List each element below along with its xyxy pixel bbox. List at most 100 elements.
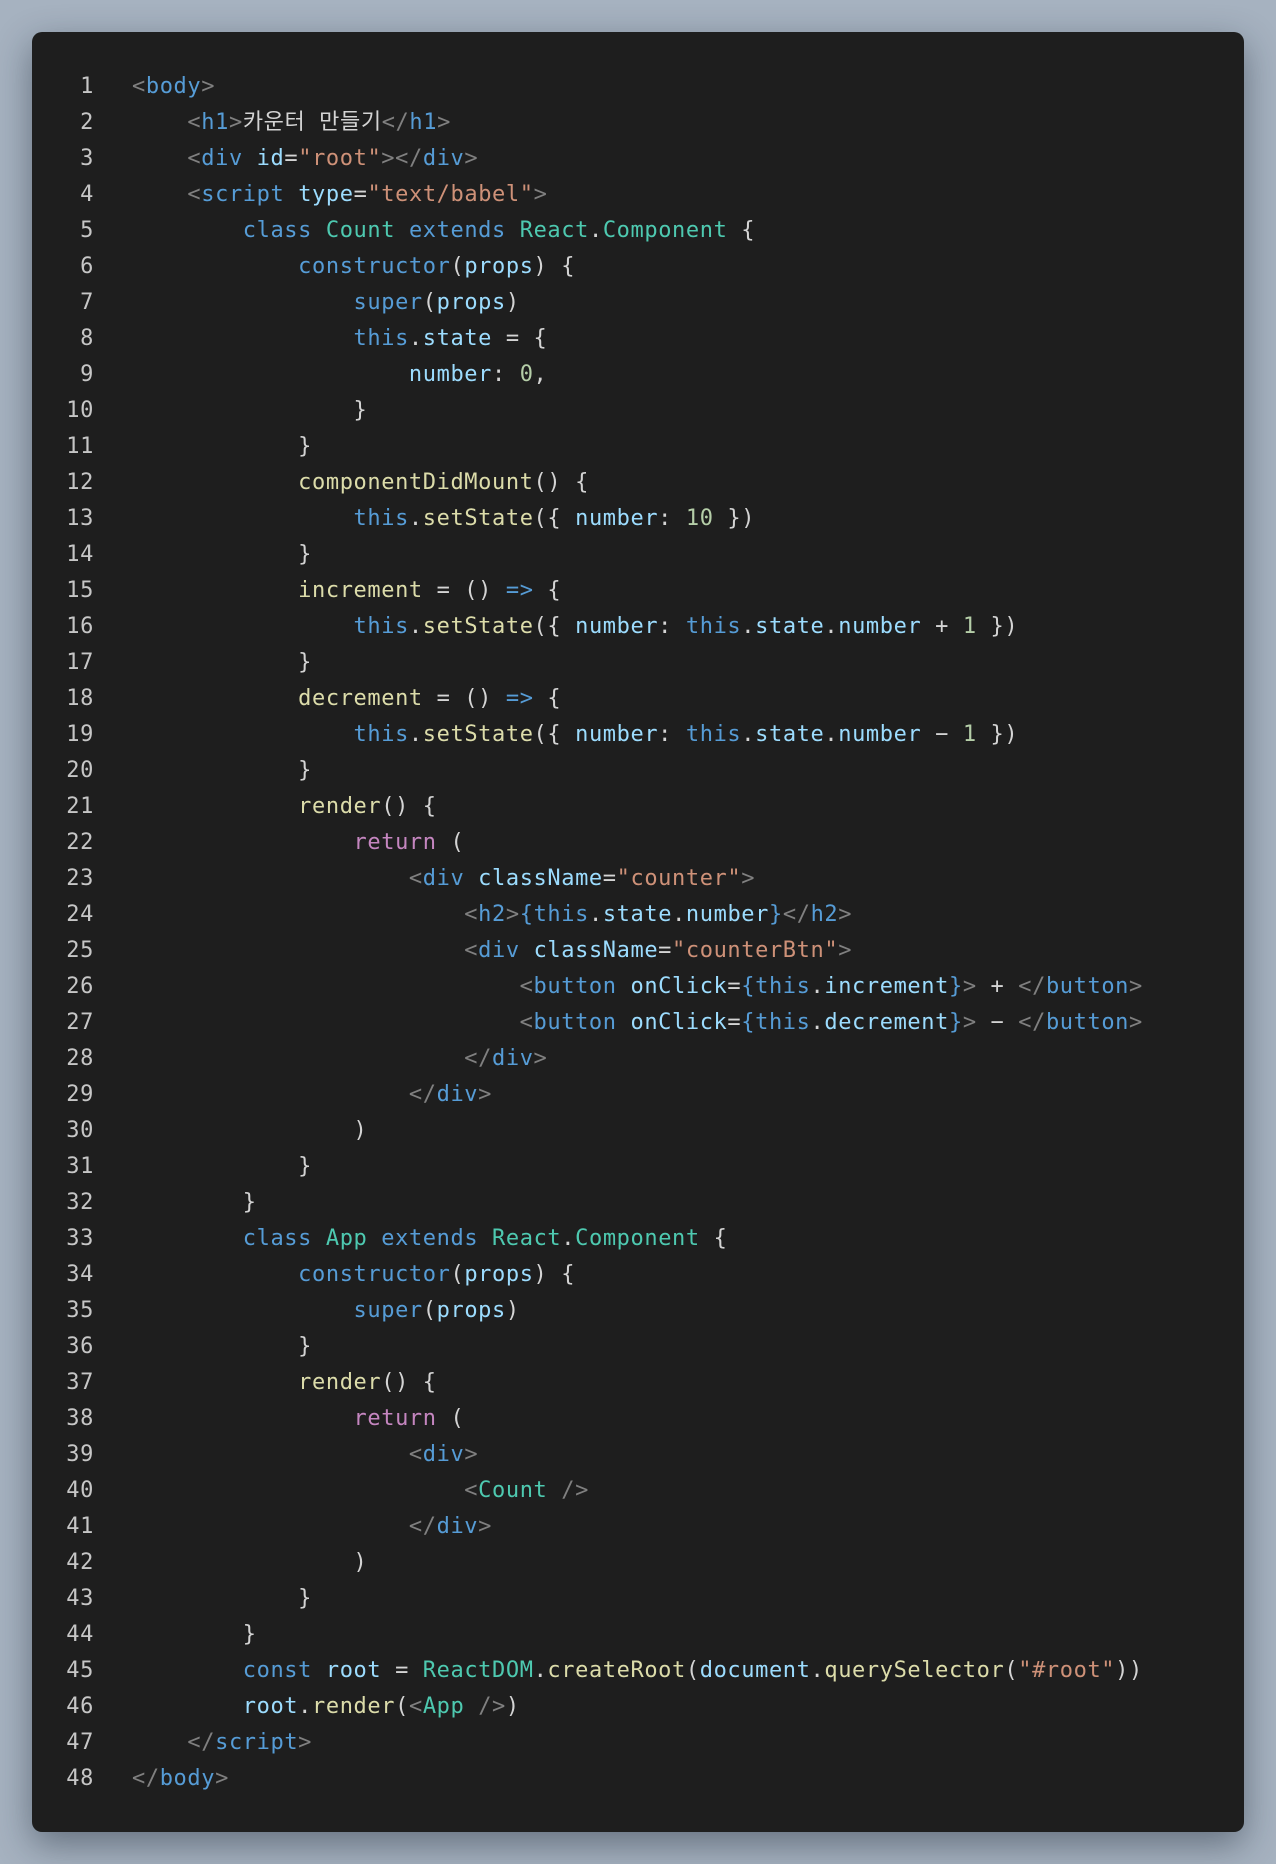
code-text: } — [132, 1617, 257, 1653]
code-text: } — [132, 1329, 312, 1365]
code-line[interactable]: 47 </script> — [32, 1725, 1244, 1761]
code-line[interactable]: 43 } — [32, 1581, 1244, 1617]
line-number: 6 — [80, 254, 94, 279]
code-text: } — [132, 429, 312, 465]
code-line[interactable]: 13 this.setState({ number: 10 }) — [32, 501, 1244, 537]
code-token: render — [312, 1694, 396, 1719]
code-line[interactable]: 12 componentDidMount() { — [32, 465, 1244, 501]
code-line[interactable]: 30 ) — [32, 1113, 1244, 1149]
line-number: 9 — [80, 362, 94, 387]
code-line[interactable]: 42 ) — [32, 1545, 1244, 1581]
code-token: } — [769, 902, 783, 927]
code-text: } — [132, 393, 367, 429]
code-line[interactable]: 23 <div className="counter"> — [32, 861, 1244, 897]
code-token: decrement — [298, 686, 423, 711]
code-token: root — [242, 1694, 299, 1719]
line-number: 41 — [66, 1514, 94, 1539]
code-token: </ — [381, 110, 410, 135]
code-line[interactable]: 27 <button onClick={this.decrement}> − <… — [32, 1005, 1244, 1041]
code-line[interactable]: 8 this.state = { — [32, 321, 1244, 357]
code-line[interactable]: 36 } — [32, 1329, 1244, 1365]
line-number: 32 — [66, 1190, 94, 1215]
code-token: ({ — [533, 506, 576, 531]
code-token: this — [353, 506, 409, 531]
code-line[interactable]: 3 <div id="root"></div> — [32, 141, 1244, 177]
code-text: } — [132, 1581, 312, 1617]
line-number: 10 — [66, 398, 94, 423]
code-line[interactable]: 46 root.render(<App />) — [32, 1689, 1244, 1725]
code-line[interactable]: 24 <h2>{this.state.number}</h2> — [32, 897, 1244, 933]
code-text: <div className="counterBtn"> — [132, 933, 852, 969]
code-line[interactable]: 17 } — [32, 645, 1244, 681]
code-line[interactable]: 31 } — [32, 1149, 1244, 1185]
code-text: </div> — [132, 1077, 492, 1113]
code-line[interactable]: 5 class Count extends React.Component { — [32, 213, 1244, 249]
line-number: 34 — [66, 1262, 94, 1287]
code-token: "text/babel" — [367, 182, 534, 207]
code-line[interactable]: 33 class App extends React.Component { — [32, 1221, 1244, 1257]
code-line[interactable]: 29 </div> — [32, 1077, 1244, 1113]
code-token: number — [575, 722, 659, 747]
code-line[interactable]: 11 } — [32, 429, 1244, 465]
code-line[interactable]: 26 <button onClick={this.increment}> + <… — [32, 969, 1244, 1005]
code-token: this — [353, 326, 409, 351]
code-line[interactable]: 6 constructor(props) { — [32, 249, 1244, 285]
code-line[interactable]: 34 constructor(props) { — [32, 1257, 1244, 1293]
code-line[interactable]: 44 } — [32, 1617, 1244, 1653]
code-token: root — [325, 1658, 382, 1683]
line-number: 35 — [66, 1298, 94, 1323]
code-line[interactable]: 25 <div className="counterBtn"> — [32, 933, 1244, 969]
code-token: 카운터 만들기 — [242, 110, 382, 135]
code-line[interactable]: 28 </div> — [32, 1041, 1244, 1077]
code-line[interactable]: 38 return ( — [32, 1401, 1244, 1437]
code-token: , — [533, 362, 548, 387]
code-text: ) — [132, 1113, 367, 1149]
code-line[interactable]: 7 super(props) — [32, 285, 1244, 321]
code-token: div — [422, 866, 465, 891]
code-token: </ — [1018, 974, 1046, 999]
code-line[interactable]: 10 } — [32, 393, 1244, 429]
code-line[interactable]: 37 render() { — [32, 1365, 1244, 1401]
code-line[interactable]: 9 number: 0, — [32, 357, 1244, 393]
code-line[interactable]: 45 const root = ReactDOM.createRoot(docu… — [32, 1653, 1244, 1689]
code-line[interactable]: 2 <h1>카운터 만들기</h1> — [32, 105, 1244, 141]
code-line[interactable]: 1 <body> — [32, 69, 1244, 105]
code-token: className — [533, 938, 659, 963]
code-line[interactable]: 21 render() { — [32, 789, 1244, 825]
line-number: 2 — [80, 110, 94, 135]
code-line[interactable]: 15 increment = () => { — [32, 573, 1244, 609]
code-token: } — [298, 542, 313, 567]
code-token: button — [1045, 1010, 1130, 1035]
code-token: . — [824, 614, 839, 639]
code-line[interactable]: 35 super(props) — [32, 1293, 1244, 1329]
code-token: script — [215, 1730, 299, 1755]
code-token: : — [491, 362, 520, 387]
code-line[interactable]: 39 <div> — [32, 1437, 1244, 1473]
code-token: constructor — [298, 1262, 451, 1287]
code-line[interactable]: 16 this.setState({ number: this.state.nu… — [32, 609, 1244, 645]
code-line[interactable]: 22 return ( — [32, 825, 1244, 861]
code-token: . — [741, 614, 756, 639]
code-line[interactable]: 32 } — [32, 1185, 1244, 1221]
code-line[interactable]: 48 </body> — [32, 1761, 1244, 1797]
code-block[interactable]: 1 <body> 2 <h1>카운터 만들기</h1> 3 <div id="root… — [32, 69, 1244, 1797]
code-token: decrement — [824, 1010, 949, 1035]
code-line[interactable]: 41 </div> — [32, 1509, 1244, 1545]
code-token: > — [505, 902, 520, 927]
line-number: 47 — [66, 1730, 94, 1755]
code-token: h2 — [810, 902, 839, 927]
code-line[interactable]: 18 decrement = () => { — [32, 681, 1244, 717]
code-text: return ( — [132, 1401, 464, 1437]
code-line[interactable]: 20 } — [32, 753, 1244, 789]
code-line[interactable]: 40 <Count /> — [32, 1473, 1244, 1509]
code-line[interactable]: 4 <script type="text/babel"> — [32, 177, 1244, 213]
code-line[interactable]: 19 this.setState({ number: this.state.nu… — [32, 717, 1244, 753]
code-line[interactable]: 14 } — [32, 537, 1244, 573]
